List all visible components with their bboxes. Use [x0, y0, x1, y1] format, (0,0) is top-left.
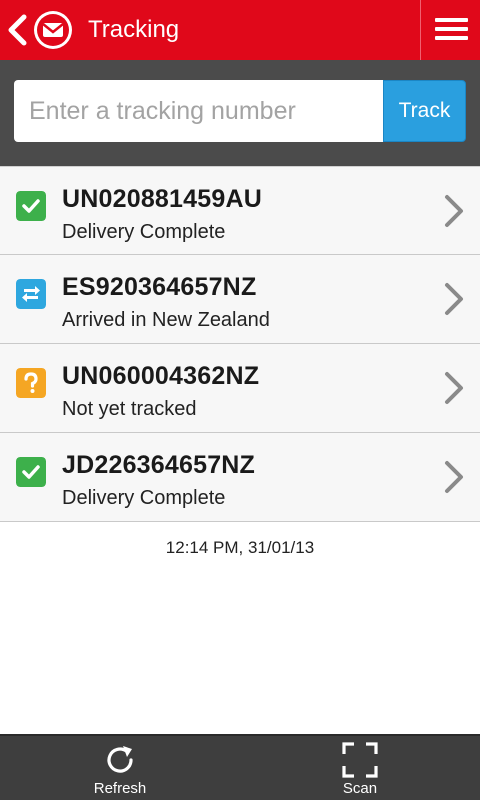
refresh-icon — [107, 746, 133, 773]
menu-button[interactable] — [421, 0, 480, 60]
shipment-row[interactable]: UN020881459AU Delivery Complete — [0, 167, 480, 255]
chevron-left-icon — [8, 14, 27, 46]
tracking-number: JD226364657NZ — [62, 451, 256, 479]
chevron-right-icon — [445, 461, 463, 493]
hamburger-menu-icon — [435, 18, 468, 22]
bottom-action-bar: Refresh Scan — [0, 734, 480, 800]
shipment-status: Delivery Complete — [62, 221, 226, 243]
check-icon — [16, 457, 46, 487]
shipment-status: Not yet tracked — [62, 398, 197, 420]
page-title: Tracking — [88, 16, 180, 43]
shipment-row[interactable]: JD226364657NZ Delivery Complete — [0, 433, 480, 522]
last-updated-timestamp: 12:14 PM, 31/01/13 — [165, 538, 315, 557]
shipment-status: Arrived in New Zealand — [62, 309, 270, 331]
scan-label: Scan — [342, 780, 378, 797]
shipment-row[interactable]: UN060004362NZ Not yet tracked — [0, 344, 480, 433]
question-icon — [16, 368, 46, 398]
tracking-number: UN060004362NZ — [62, 362, 260, 390]
shipment-row[interactable]: ES920364657NZ Arrived in New Zealand — [0, 255, 480, 344]
scan-button[interactable]: Scan — [300, 736, 420, 802]
tracking-number-input[interactable] — [14, 80, 383, 142]
chevron-right-icon — [445, 195, 463, 227]
back-button[interactable] — [0, 0, 80, 60]
scan-frame-icon — [342, 742, 378, 778]
top-app-bar: Tracking — [0, 0, 480, 60]
hamburger-menu-icon — [435, 27, 468, 31]
post-logo-icon — [34, 11, 72, 49]
refresh-button[interactable]: Refresh — [60, 736, 180, 802]
shipment-status: Delivery Complete — [62, 487, 226, 509]
tracking-number: ES920364657NZ — [62, 273, 257, 301]
track-button[interactable]: Track — [383, 80, 466, 142]
chevron-right-icon — [445, 372, 463, 404]
hamburger-menu-icon — [435, 36, 468, 40]
chevron-right-icon — [445, 283, 463, 315]
shipment-list: UN020881459AU Delivery Complete ES920364… — [0, 166, 480, 522]
refresh-label: Refresh — [93, 780, 147, 797]
transit-arrows-icon — [16, 279, 46, 309]
tracking-number: UN020881459AU — [62, 185, 262, 213]
check-icon — [16, 191, 46, 221]
